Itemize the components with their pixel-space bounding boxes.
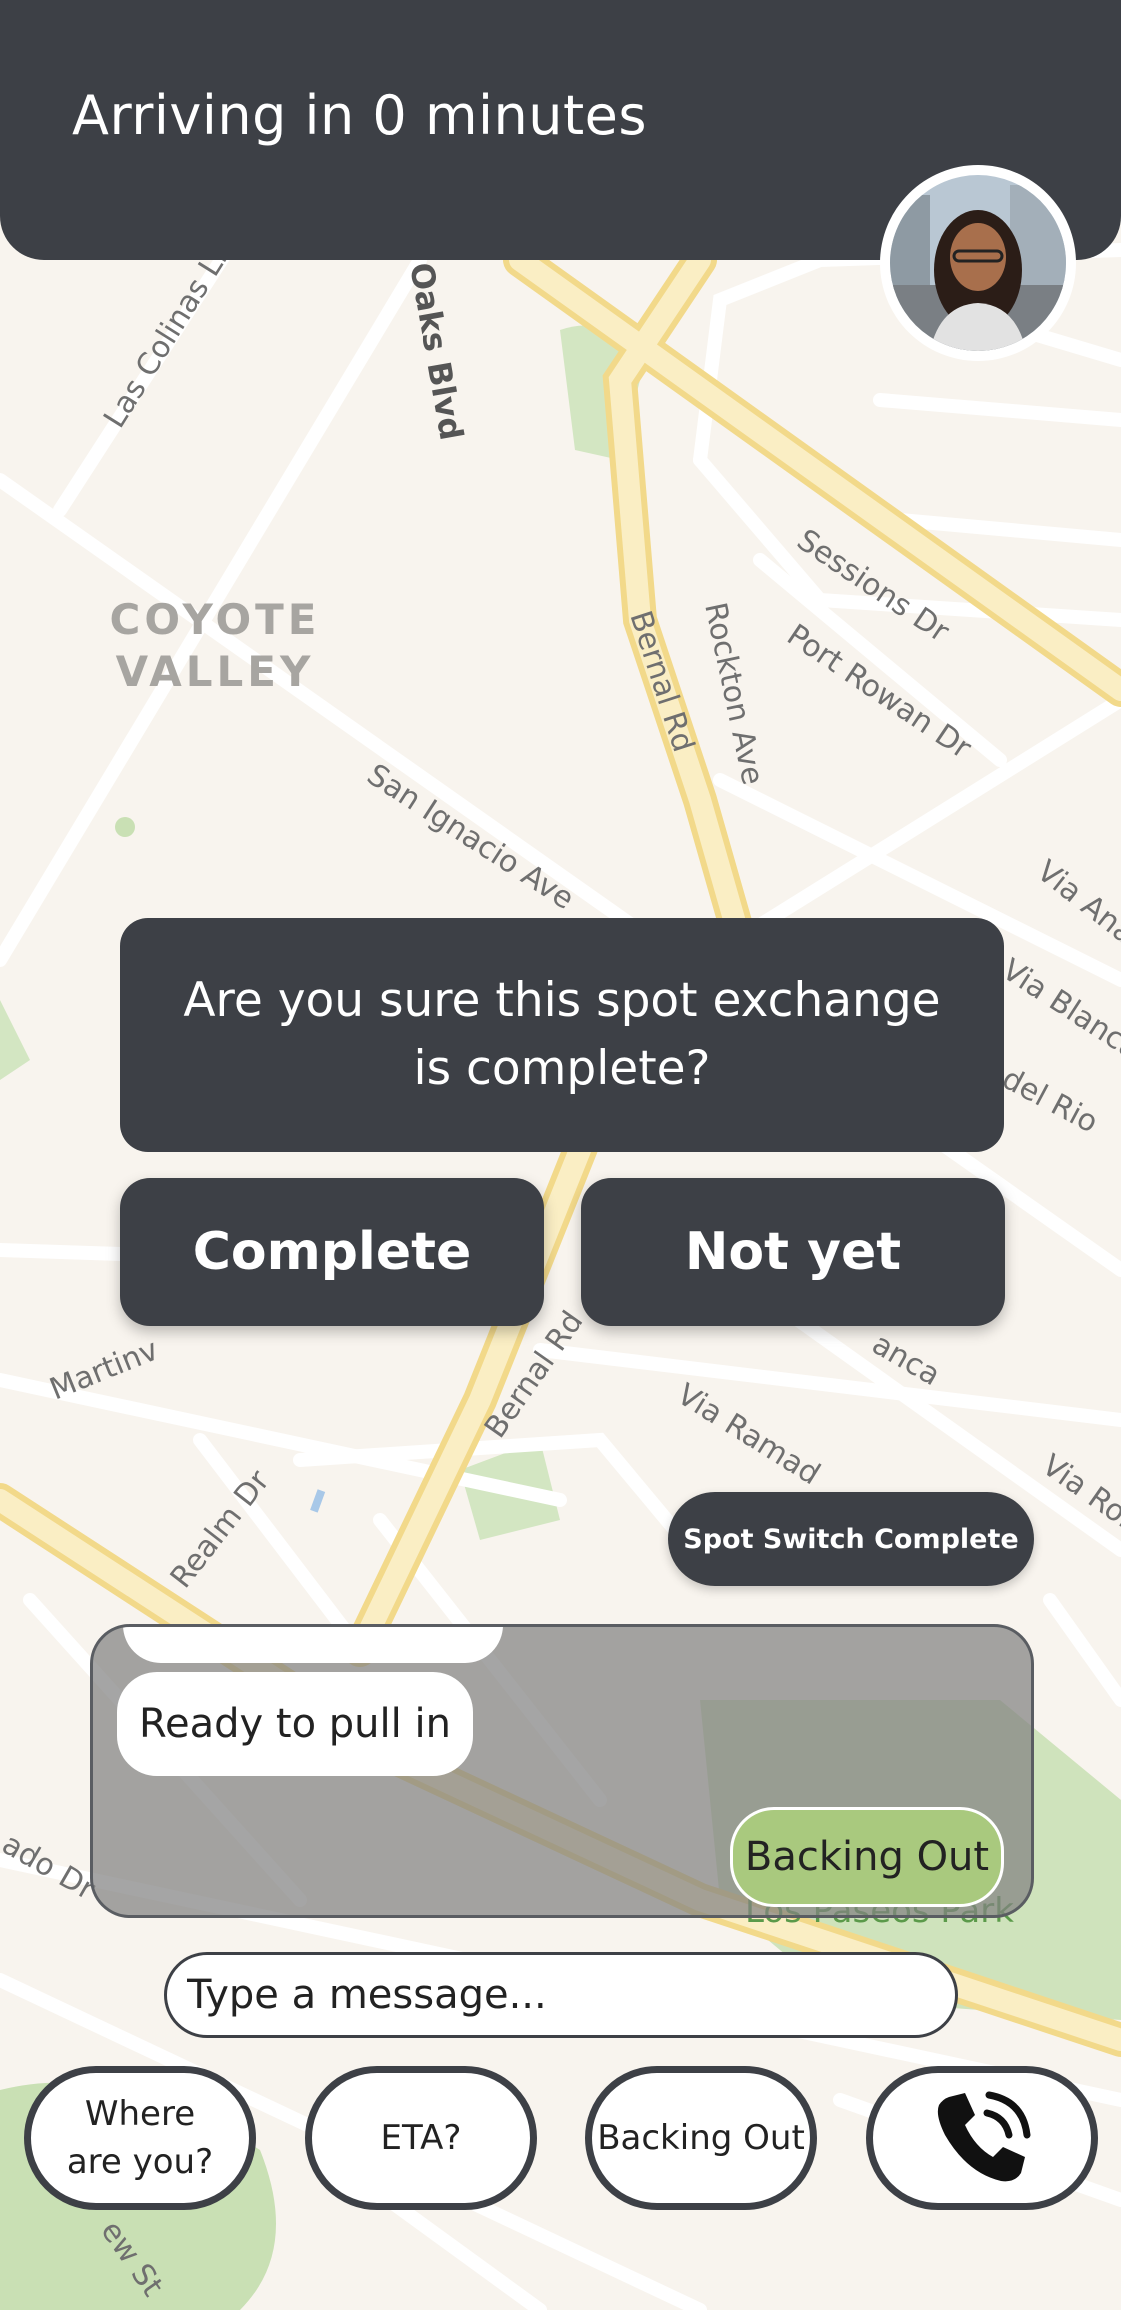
call-button[interactable] xyxy=(866,2066,1098,2210)
message-input[interactable] xyxy=(164,1952,958,2038)
avatar-photo xyxy=(890,175,1066,351)
quick-reply-label: Backing Out xyxy=(597,2118,805,2158)
quick-reply-label: Where are you? xyxy=(66,2094,214,2182)
confirm-message: Are you sure this spot exchange is compl… xyxy=(183,973,941,1096)
spot-switch-complete-button[interactable]: Spot Switch Complete xyxy=(668,1492,1034,1586)
map-area-label: COYOTE xyxy=(110,595,321,644)
quick-reply-where-are-you[interactable]: Where are you? xyxy=(24,2066,256,2210)
phone-icon xyxy=(937,2091,1031,2182)
complete-button[interactable]: Complete xyxy=(120,1178,544,1326)
chat-panel[interactable]: Ready to pull in Backing Out xyxy=(90,1624,1034,1918)
quick-reply-label: ETA? xyxy=(380,2118,462,2158)
not-yet-button[interactable]: Not yet xyxy=(581,1178,1005,1326)
quick-reply-eta[interactable]: ETA? xyxy=(305,2066,537,2210)
chat-message-incoming: Ready to pull in xyxy=(117,1672,473,1776)
chat-bubble-partial xyxy=(123,1627,503,1663)
avatar[interactable] xyxy=(880,165,1076,361)
confirm-dialog: Are you sure this spot exchange is compl… xyxy=(120,918,1004,1152)
chat-message-outgoing: Backing Out xyxy=(730,1807,1004,1907)
map-area-label: VALLEY xyxy=(116,647,315,696)
eta-title: Arriving in 0 minutes xyxy=(72,84,648,147)
quick-reply-backing-out[interactable]: Backing Out xyxy=(585,2066,817,2210)
